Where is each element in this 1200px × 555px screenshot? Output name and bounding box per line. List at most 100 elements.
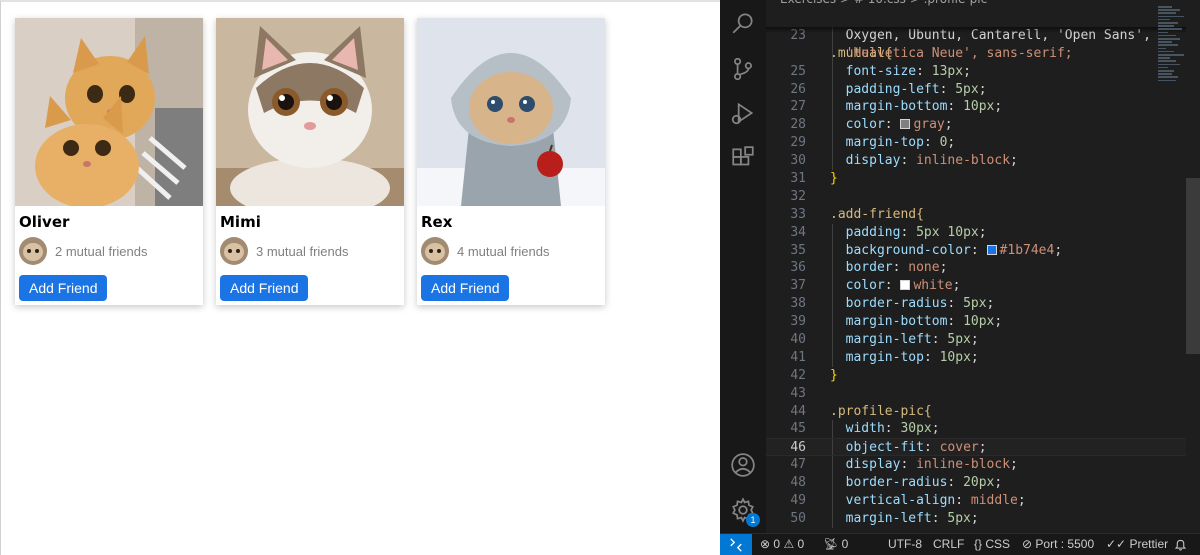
css-property: margin-bottom — [845, 314, 948, 330]
code-line[interactable]: 46 object-fit: cover; — [766, 438, 1186, 457]
breadcrumb[interactable]: Exercises > # 10.css > .profile-pic — [766, 0, 1186, 8]
code-line[interactable]: 36 border: none; — [766, 259, 1186, 278]
remote-indicator-button[interactable] — [720, 534, 752, 555]
color-swatch[interactable] — [900, 280, 911, 291]
css-value: inline-block — [916, 457, 1011, 473]
code-text: border-radius: 20px; — [845, 475, 1003, 491]
code-line[interactable]: 42} — [766, 367, 1186, 385]
browser-preview: Oliver 2 mutual friends Add Friend Mimi — [0, 0, 720, 555]
code-line[interactable]: 45 width: 30px; — [766, 420, 1186, 439]
code-line[interactable]: 25 font-size: 13px; — [766, 62, 1186, 81]
line-number: 25 — [790, 63, 806, 79]
warning-icon: ⚠ — [783, 537, 795, 551]
css-value: 30px — [900, 421, 932, 437]
no-entry-icon: ⊘ — [1022, 537, 1033, 551]
code-token: .add-friend{ — [830, 206, 924, 222]
profile-pic-avatar — [220, 237, 248, 265]
source-control-icon[interactable] — [728, 54, 758, 84]
code-line[interactable]: 34 padding: 5px 10px; — [766, 223, 1186, 242]
sticky-scroll-line[interactable]: 23 .mutual{ — [766, 9, 1186, 61]
css-value: #1b74e4 — [999, 242, 1055, 258]
code-line[interactable]: 43 — [766, 385, 1186, 403]
ports-indicator[interactable]: 📡︎ 0 — [823, 534, 848, 555]
prettier-indicator[interactable]: ✓✓ Prettier — [1106, 534, 1168, 555]
code-text: padding-left: 5px; — [845, 81, 987, 97]
code-text: } — [830, 367, 838, 385]
run-debug-icon[interactable] — [728, 98, 758, 128]
account-icon[interactable] — [728, 450, 758, 480]
braces-icon: {} — [974, 537, 983, 551]
profile-pic-avatar — [421, 237, 449, 265]
code-line[interactable]: 31} — [766, 170, 1186, 188]
eol-indicator[interactable]: CRLF — [933, 534, 964, 555]
css-property: color — [845, 117, 885, 133]
problems-indicator[interactable]: ⊗ 0 ⚠ 0 — [760, 534, 804, 555]
code-line[interactable]: 26 padding-left: 5px; — [766, 80, 1186, 99]
line-number: 36 — [790, 260, 806, 276]
code-line[interactable]: 40 margin-left: 5px; — [766, 331, 1186, 349]
minimap-line — [1158, 44, 1178, 46]
minimap-line — [1158, 38, 1180, 40]
css-value: inline-block — [916, 153, 1011, 169]
cat-photo-oliver — [15, 18, 203, 206]
code-line[interactable]: 50 margin-left: 5px; — [766, 509, 1186, 528]
code-token: 'Helvetica Neue', sans-serif; — [845, 45, 1073, 61]
css-property: border-radius — [845, 296, 948, 312]
code-line[interactable]: 29 margin-top: 0; — [766, 134, 1186, 153]
code-line[interactable]: 32 — [766, 188, 1186, 206]
minimap-line — [1158, 12, 1176, 14]
code-line[interactable]: 47 display: inline-block; — [766, 456, 1186, 475]
code-line[interactable]: 39 margin-bottom: 10px; — [766, 313, 1186, 332]
remote-icon — [730, 537, 742, 552]
extensions-icon[interactable] — [728, 143, 758, 173]
settings-gear-icon[interactable]: 1 — [728, 495, 760, 527]
css-value: gray — [913, 117, 945, 133]
color-swatch[interactable] — [900, 119, 911, 130]
code-line[interactable]: 48 border-radius: 20px; — [766, 474, 1186, 493]
line-number: 50 — [790, 510, 806, 526]
code-line[interactable]: 27 margin-bottom: 10px; — [766, 98, 1186, 117]
mutual-friends-text: 4 mutual friends — [457, 243, 550, 259]
code-line[interactable]: 30 display: inline-block; — [766, 152, 1186, 171]
line-number: 35 — [790, 242, 806, 258]
code-text: border-radius: 5px; — [845, 296, 995, 312]
live-server-port[interactable]: ⊘ Port : 5500 — [1022, 534, 1094, 555]
line-number: 40 — [790, 332, 806, 348]
minimap-line — [1158, 47, 1166, 50]
code-text: color: white; — [845, 278, 961, 294]
code-line[interactable]: 44 .profile-pic{ — [766, 403, 1186, 421]
friend-name: Rex — [421, 213, 453, 231]
scrollbar-thumb[interactable] — [1186, 178, 1200, 354]
minimap-line — [1158, 18, 1170, 21]
code-line[interactable]: 'Helvetica Neue', sans-serif; — [766, 44, 1186, 63]
css-property: margin-left — [845, 332, 932, 348]
css-property: margin-top — [845, 135, 924, 151]
encoding-indicator[interactable]: UTF-8 — [888, 534, 922, 555]
color-swatch[interactable] — [986, 244, 997, 255]
prettier-label: Prettier — [1129, 537, 1169, 551]
broadcast-icon: 📡︎ — [823, 537, 839, 551]
mutual-friends-row: 3 mutual friends — [220, 237, 404, 265]
code-editor[interactable]: Exercises > # 10.css > .profile-pic 23 .… — [766, 0, 1200, 533]
language-mode-indicator[interactable]: {} CSS — [974, 534, 1010, 555]
search-icon[interactable] — [728, 8, 758, 38]
css-property: width — [845, 421, 885, 437]
code-line[interactable]: 38 border-radius: 5px; — [766, 295, 1186, 314]
notifications-bell-icon[interactable] — [1174, 534, 1187, 555]
code-line[interactable]: 41 margin-top: 10px; — [766, 348, 1186, 367]
code-line[interactable]: 28 color: gray; — [766, 116, 1186, 135]
line-number: 26 — [790, 81, 806, 97]
css-property: margin-bottom — [845, 99, 948, 115]
minimap-line — [1158, 34, 1176, 37]
minimap-line — [1158, 9, 1180, 11]
code-line[interactable]: 33 .add-friend{ — [766, 206, 1186, 224]
line-number: 45 — [790, 421, 806, 437]
add-friend-button[interactable]: Add Friend — [220, 275, 309, 301]
css-property: object-fit — [845, 440, 924, 456]
add-friend-button[interactable]: Add Friend — [19, 275, 108, 301]
add-friend-button[interactable]: Add Friend — [421, 275, 510, 301]
code-line[interactable]: 35 background-color: #1b74e4; — [766, 241, 1186, 260]
code-line[interactable]: 37 color: white; — [766, 277, 1186, 296]
line-number: 30 — [790, 153, 806, 169]
code-line[interactable]: 49 vertical-align: middle; — [766, 492, 1186, 510]
